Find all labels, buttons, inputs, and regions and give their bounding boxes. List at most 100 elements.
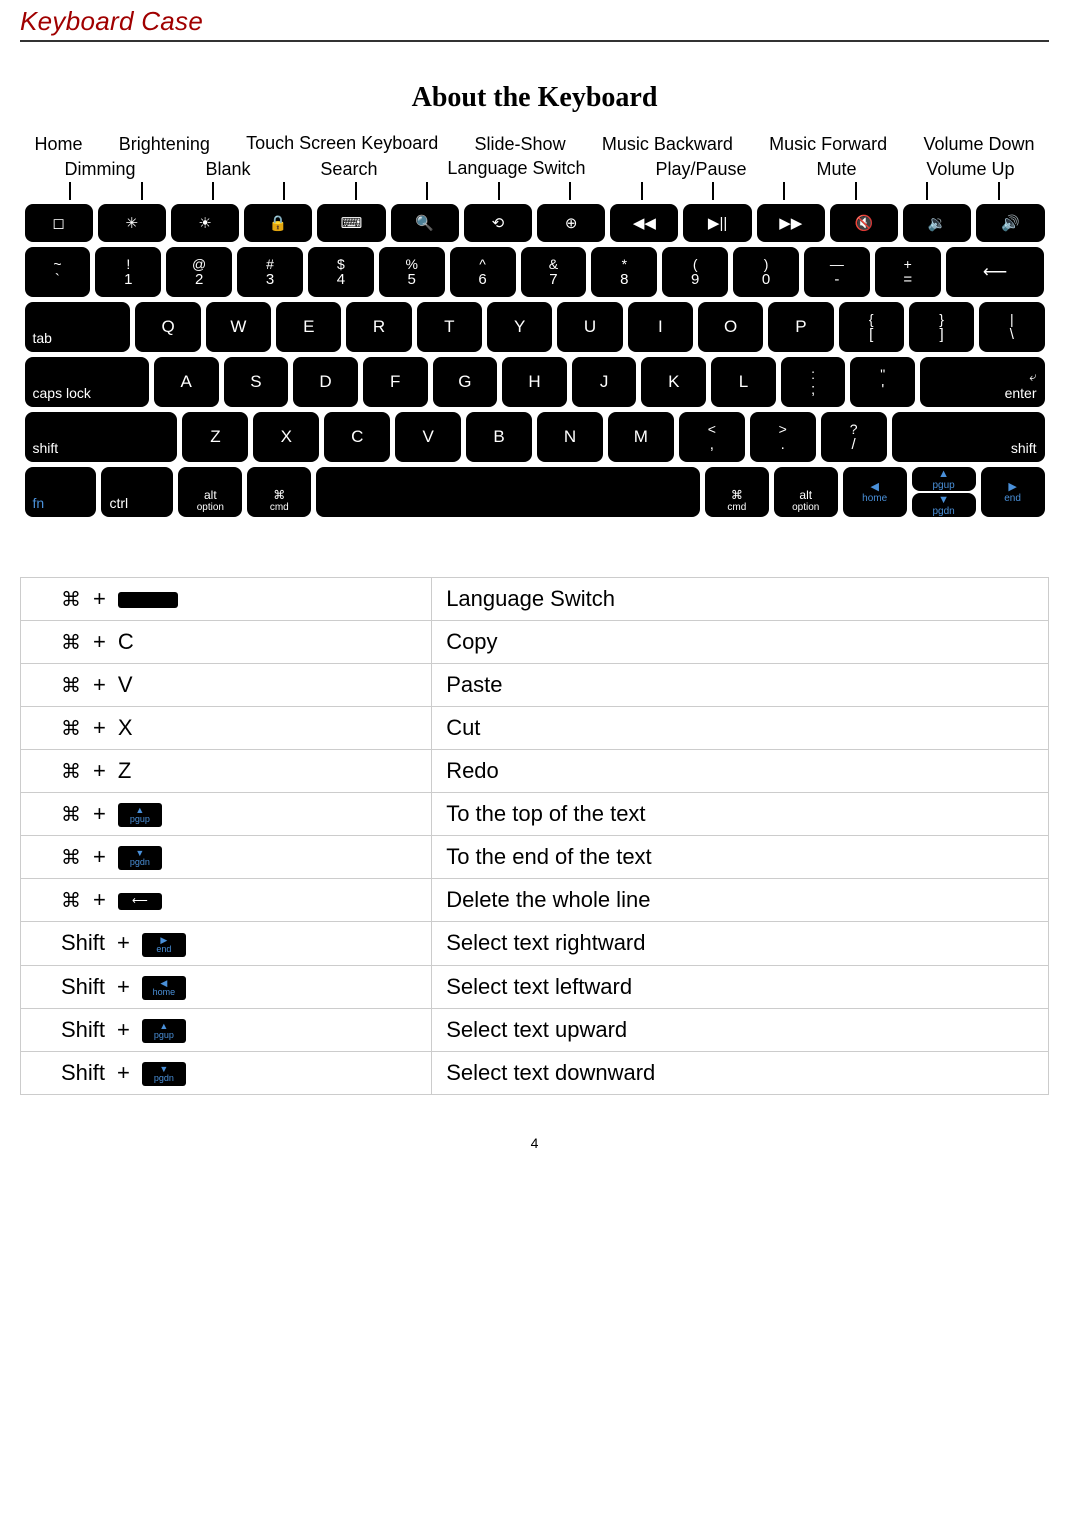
key: !1 — [95, 247, 161, 297]
fn-label: Volume Down — [923, 134, 1034, 155]
fn-key: ☀ — [171, 204, 239, 242]
spacebar-key — [316, 467, 700, 517]
pgup-key: ▲pgup — [912, 467, 976, 491]
cmd-icon: ⌘ — [61, 589, 81, 611]
key: {[ — [839, 302, 904, 352]
cmd-key: ⌘cmd — [247, 467, 311, 517]
fn-labels-row1: Home Brightening Touch Screen Keyboard S… — [25, 134, 1045, 155]
key: #3 — [237, 247, 303, 297]
key: B — [466, 412, 532, 462]
shortcut-combo: ⌘+▲pgup — [21, 793, 432, 836]
shortcut-combo: ⌘+V — [21, 664, 432, 707]
enter-key: ⤶enter — [920, 357, 1044, 407]
shortcut-description: Select text downward — [432, 1051, 1049, 1094]
alt-option-key: altoption — [178, 467, 242, 517]
key: )0 — [733, 247, 799, 297]
shortcut-combo: ⌘+ — [21, 578, 432, 621]
key: —- — [804, 247, 870, 297]
home-arrow-key: ◀home — [843, 467, 907, 517]
key: Y — [487, 302, 552, 352]
shortcut-description: To the end of the text — [432, 836, 1049, 879]
table-row: Shift+◀homeSelect text leftward — [21, 965, 1049, 1008]
key: <, — [679, 412, 745, 462]
fn-label: Volume Up — [926, 159, 1014, 180]
shortcut-combo: ⌘+X — [21, 707, 432, 750]
cmd-icon: ⌘ — [61, 804, 81, 826]
key: K — [641, 357, 706, 407]
fn-key: 🔊 — [976, 204, 1044, 242]
keyboard-figure: Home Brightening Touch Screen Keyboard S… — [25, 134, 1045, 517]
fn-key: 🔉 — [903, 204, 971, 242]
fn-key: fn — [25, 467, 97, 517]
shortcut-description: To the top of the text — [432, 793, 1049, 836]
pgup-mini-icon: ▲pgup — [142, 1019, 186, 1043]
cmd-icon: ⌘ — [61, 675, 81, 697]
table-row: ⌘+▼pgdnTo the end of the text — [21, 836, 1049, 879]
qwerty-row: tab Q W E R T Y U I O P {[ }] |\ — [25, 302, 1045, 352]
shortcut-combo: Shift+▼pgdn — [21, 1051, 432, 1094]
key: R — [346, 302, 411, 352]
fn-labels-row2: Dimming Blank Search Language Switch Pla… — [25, 159, 1045, 180]
alt-option-key: altoption — [774, 467, 838, 517]
fn-key: ◻ — [25, 204, 93, 242]
shortcut-description: Copy — [432, 621, 1049, 664]
pgdn-mini-icon: ▼pgdn — [118, 846, 162, 870]
key: $4 — [308, 247, 374, 297]
header-rule — [20, 40, 1049, 42]
page-number: 4 — [20, 1135, 1049, 1151]
key: *8 — [591, 247, 657, 297]
table-row: Shift+▲pgupSelect text upward — [21, 1008, 1049, 1051]
page-header: Keyboard Case — [20, 0, 1049, 40]
fn-key: 🔇 — [830, 204, 898, 242]
shortcut-description: Select text leftward — [432, 965, 1049, 1008]
fn-label: Dimming — [65, 159, 136, 180]
key: ~` — [25, 247, 91, 297]
key: :; — [781, 357, 846, 407]
section-title: About the Keyboard — [20, 82, 1049, 114]
key: D — [293, 357, 358, 407]
cmd-icon: ⌘ — [61, 632, 81, 654]
shortcut-description: Redo — [432, 750, 1049, 793]
shortcut-description: Paste — [432, 664, 1049, 707]
key: U — [557, 302, 622, 352]
pgup-mini-icon: ▲pgup — [118, 803, 162, 827]
key: P — [768, 302, 833, 352]
fn-key-row: ◻ ✳ ☀ 🔒 ⌨ 🔍 ⟲ ⊕ ◀◀ ▶|| ▶▶ 🔇 🔉 🔊 — [25, 204, 1045, 242]
end-arrow-key: ▶end — [981, 467, 1045, 517]
key: += — [875, 247, 941, 297]
key: C — [324, 412, 390, 462]
table-row: ⌘+▲pgupTo the top of the text — [21, 793, 1049, 836]
fn-key: ⟲ — [464, 204, 532, 242]
key: F — [363, 357, 428, 407]
shortcut-description: Select text rightward — [432, 922, 1049, 965]
key: O — [698, 302, 763, 352]
arrow-column: ▲pgup ▼pgdn — [912, 467, 976, 517]
shift-row: shift Z X C V B N M <, >. ?/ shift — [25, 412, 1045, 462]
key: ?/ — [821, 412, 887, 462]
cmd-icon: ⌘ — [61, 761, 81, 783]
fn-key: 🔍 — [391, 204, 459, 242]
fn-label: Music Backward — [602, 134, 733, 155]
table-row: ⌘+VPaste — [21, 664, 1049, 707]
fn-key: ▶|| — [683, 204, 751, 242]
fn-label: Blank — [205, 159, 250, 180]
fn-key: 🔒 — [244, 204, 312, 242]
key: Q — [135, 302, 200, 352]
cmd-icon: ⌘ — [61, 718, 81, 740]
key: M — [608, 412, 674, 462]
key: N — [537, 412, 603, 462]
fn-label: Brightening — [119, 134, 210, 155]
fn-label: Touch Screen Keyboard — [246, 134, 438, 155]
ctrl-key: ctrl — [101, 467, 173, 517]
key: &7 — [521, 247, 587, 297]
home-mini-icon: ◀home — [142, 976, 186, 1000]
fn-label: Search — [320, 159, 377, 180]
number-row: ~` !1 @2 #3 $4 %5 ^6 &7 *8 (9 )0 —- += ⟵ — [25, 247, 1045, 297]
key: (9 — [662, 247, 728, 297]
cmd-icon: ⌘ — [61, 890, 81, 912]
bottom-row: fn ctrl altoption ⌘cmd ⌘cmd altoption ◀h… — [25, 467, 1045, 517]
pgdn-key: ▼pgdn — [912, 493, 976, 517]
fn-label-ticks — [25, 182, 1045, 200]
fn-label: Language Switch — [447, 159, 585, 180]
end-mini-icon: ▶end — [142, 933, 186, 957]
